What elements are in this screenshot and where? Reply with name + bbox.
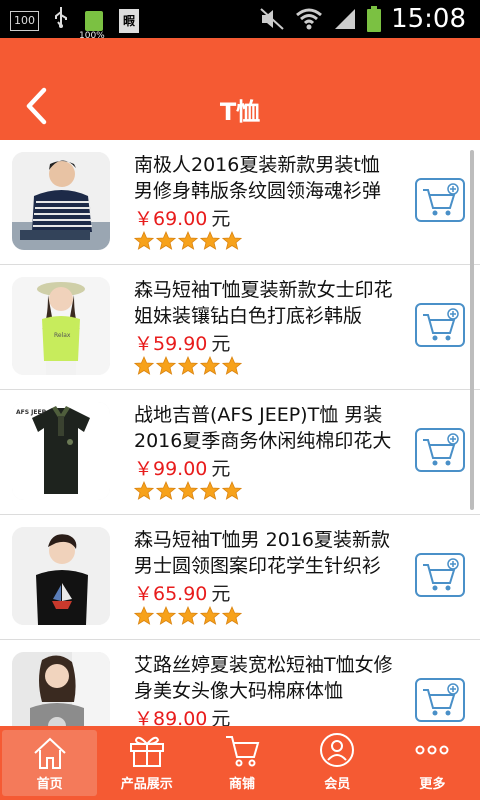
clock: 15:08 — [391, 4, 466, 34]
product-name[interactable]: 森马短袖T恤夏装新款女士印花姐妹装镶钻白色打底衫韩版 — [134, 277, 394, 329]
cart-icon — [226, 736, 260, 767]
star-icon — [156, 356, 176, 375]
product-thumbnail — [12, 152, 110, 250]
product-thumbnail — [12, 527, 110, 625]
star-icon — [156, 606, 176, 625]
product-item[interactable]: 森马短袖T恤男 2016夏装新款男士圆领图案印花学生针织衫 ￥65.90 元 — [0, 515, 480, 640]
product-name[interactable]: 森马短袖T恤男 2016夏装新款男士圆领图案印花学生针织衫 — [134, 527, 394, 579]
rating-stars — [134, 231, 242, 251]
tab-member[interactable]: 会员 — [290, 726, 385, 800]
wifi-icon — [296, 8, 323, 30]
star-icon — [156, 231, 176, 250]
app-header: T恤 — [0, 38, 480, 140]
scrollbar[interactable] — [470, 150, 474, 510]
cart-add-icon — [423, 558, 459, 591]
more-icon — [415, 745, 449, 755]
star-icon — [178, 356, 198, 375]
usb-icon — [53, 6, 69, 35]
star-icon — [222, 606, 242, 625]
home-icon — [33, 737, 66, 769]
star-icon — [156, 481, 176, 500]
product-price: ￥69.00 元 — [134, 208, 231, 230]
star-icon — [178, 231, 198, 250]
star-icon — [200, 356, 220, 375]
storage-icon: 100 — [10, 10, 39, 31]
star-icon — [222, 356, 242, 375]
rating-stars — [134, 356, 242, 376]
tab-label: 商铺 — [229, 777, 256, 792]
cart-add-icon — [423, 308, 459, 341]
star-icon — [134, 606, 154, 625]
product-name[interactable]: 南极人2016夏装新款男装t恤男修身韩版条纹圆领海魂衫弹 — [134, 152, 394, 204]
star-icon — [200, 606, 220, 625]
add-to-cart-button[interactable] — [415, 553, 465, 597]
product-price: ￥65.90 元 — [134, 583, 231, 605]
status-bar: 100 100% 暇 15:08 — [0, 0, 480, 41]
product-item[interactable]: 南极人2016夏装新款男装t恤男修身韩版条纹圆领海魂衫弹 ￥69.00 元 — [0, 140, 480, 265]
star-icon — [134, 481, 154, 500]
star-icon — [134, 231, 154, 250]
add-to-cart-button[interactable] — [415, 303, 465, 347]
battery-icon — [367, 6, 382, 32]
star-icon — [134, 356, 154, 375]
tab-label: 产品展示 — [120, 777, 173, 792]
rating-stars — [134, 606, 242, 626]
tab-home[interactable]: 首页 — [2, 730, 98, 796]
star-icon — [178, 481, 198, 500]
bottom-tab-bar: 首页 产品展示 商铺 会员 更多 — [0, 726, 480, 800]
star-icon — [222, 481, 242, 500]
rating-stars — [134, 481, 242, 501]
battery-full-icon: 100% — [79, 9, 105, 41]
star-icon — [178, 606, 198, 625]
product-thumbnail: Relax — [12, 277, 110, 375]
star-icon — [200, 231, 220, 250]
page-title: T恤 — [219, 98, 261, 126]
mute-icon — [260, 8, 284, 30]
tab-shop[interactable]: 商铺 — [194, 726, 289, 800]
signal-icon — [335, 9, 356, 29]
user-icon — [320, 733, 355, 767]
cart-add-icon — [423, 183, 459, 216]
product-thumbnail — [12, 652, 110, 726]
tab-label: 更多 — [419, 777, 446, 792]
product-item[interactable]: Relax 森马短袖T恤夏装新款女士印花姐妹装镶钻白色打底衫韩版 ￥59.90 元 — [0, 265, 480, 390]
cart-add-icon — [423, 683, 459, 716]
tab-products[interactable]: 产品展示 — [99, 726, 194, 800]
product-price: ￥99.00 元 — [134, 458, 231, 480]
product-name[interactable]: 战地吉普(AFS JEEP)T恤 男装2016夏季商务休闲纯棉印花大 — [134, 402, 394, 454]
product-item[interactable]: AFS JEEP 战地吉普(AFS JEEP)T恤 男装2016夏季商务休闲纯棉… — [0, 390, 480, 515]
document-icon: 暇 — [119, 8, 139, 33]
product-thumbnail: AFS JEEP — [12, 402, 110, 500]
product-price: ￥89.00 元 — [134, 708, 231, 726]
product-name[interactable]: 艾路丝婷夏装宽松短袖T恤女修身美女头像大码棉麻体恤 — [134, 652, 394, 704]
tab-label: 首页 — [36, 777, 63, 792]
tab-more[interactable]: 更多 — [385, 726, 480, 800]
add-to-cart-button[interactable] — [415, 428, 465, 472]
product-item[interactable]: 艾路丝婷夏装宽松短袖T恤女修身美女头像大码棉麻体恤 ￥89.00 元 — [0, 640, 480, 726]
product-list[interactable]: 南极人2016夏装新款男装t恤男修身韩版条纹圆领海魂衫弹 ￥69.00 元 Rel… — [0, 140, 480, 726]
tab-label: 会员 — [324, 777, 351, 792]
add-to-cart-button[interactable] — [415, 678, 465, 722]
brand-logo-text: AFS JEEP — [16, 409, 47, 416]
product-price: ￥59.90 元 — [134, 333, 231, 355]
star-icon — [200, 481, 220, 500]
add-to-cart-button[interactable] — [415, 178, 465, 222]
svg-text:Relax: Relax — [54, 332, 71, 339]
gift-icon — [129, 736, 164, 767]
star-icon — [222, 231, 242, 250]
cart-add-icon — [423, 433, 459, 466]
